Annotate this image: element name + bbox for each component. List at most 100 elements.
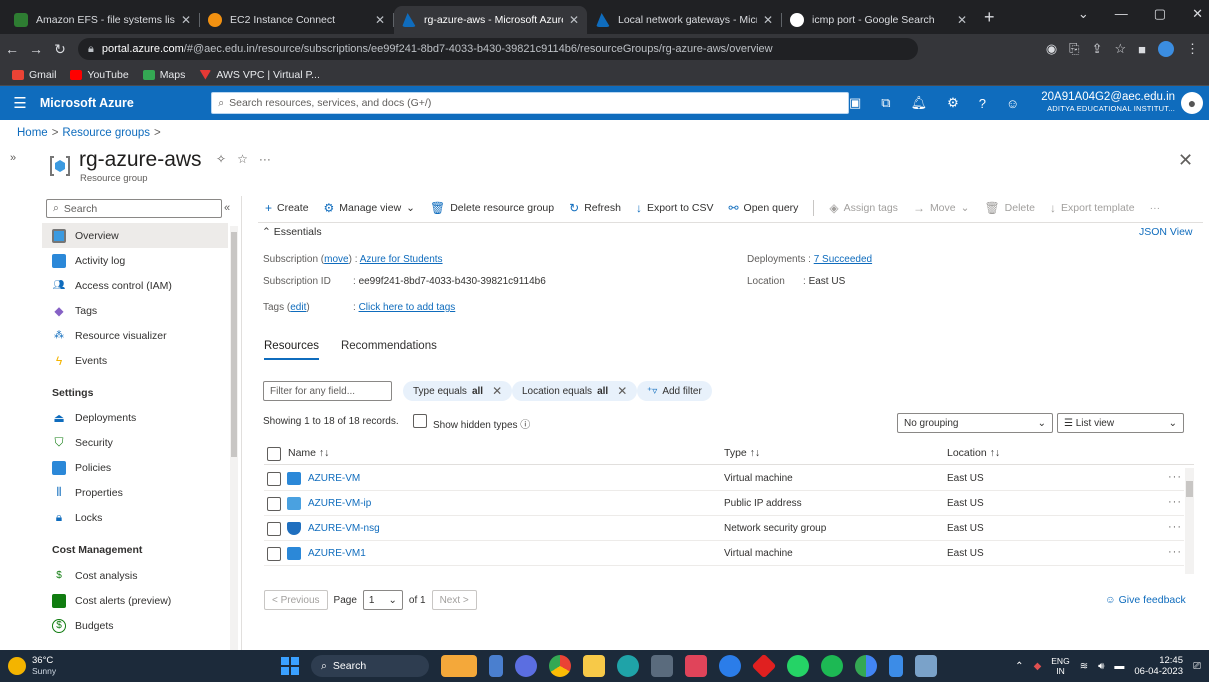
bookmark-gmail[interactable]: Gmail xyxy=(12,69,56,81)
remove-filter-icon[interactable]: ✕ xyxy=(492,384,502,398)
location-filter-pill[interactable]: Location equals all ✕ xyxy=(512,381,638,401)
settings-gear-icon[interactable]: ⚙ xyxy=(947,95,959,111)
resource-name-link[interactable]: AZURE-VM-nsg xyxy=(308,523,380,534)
row-checkbox[interactable] xyxy=(267,547,281,561)
previous-page-button[interactable]: < Previous xyxy=(264,590,328,610)
new-tab-button[interactable]: + xyxy=(984,7,995,28)
resource-name-link[interactable]: AZURE-VM xyxy=(308,473,360,484)
filter-input[interactable]: Filter for any field... xyxy=(263,381,392,401)
bookmark-maps[interactable]: Maps xyxy=(142,69,185,81)
nav-access-control[interactable]: 👥︎ Access control (IAM) xyxy=(42,273,228,298)
taskbar-search[interactable]: ⌕ Search xyxy=(311,655,429,677)
grouping-dropdown[interactable]: No grouping ⌄ xyxy=(897,413,1053,433)
address-bar[interactable]: 🔒︎ portal.azure.com/#@aec.edu.in/resourc… xyxy=(78,38,918,60)
whatsapp-icon[interactable] xyxy=(787,655,809,677)
directory-icon[interactable]: ⧉ xyxy=(881,95,890,111)
open-query-button[interactable]: ⚯ Open query xyxy=(728,201,798,215)
pocket-icon[interactable] xyxy=(685,655,707,677)
row-checkbox[interactable] xyxy=(267,497,281,511)
battery-icon[interactable]: ▬ xyxy=(1114,661,1124,672)
notepad-icon[interactable] xyxy=(889,655,903,677)
breadcrumb-resource-groups[interactable]: Resource groups xyxy=(62,127,150,139)
restore-button[interactable]: ▢ xyxy=(1154,6,1166,22)
store-icon[interactable] xyxy=(651,655,673,677)
row-more-icon[interactable]: ··· xyxy=(1168,471,1182,483)
tab-resources[interactable]: Resources xyxy=(264,340,319,360)
add-filter-button[interactable]: ⁺▿ Add filter xyxy=(637,381,712,401)
bookmark-star-icon[interactable]: ☆ xyxy=(1114,41,1126,57)
chat-app-icon[interactable] xyxy=(515,655,537,677)
breadcrumb-home[interactable]: Home xyxy=(17,127,48,139)
sidebar-icon[interactable]: ■ xyxy=(1138,42,1146,57)
json-view-link[interactable]: JSON View xyxy=(1139,226,1193,238)
essentials-toggle[interactable]: ⌃ Essentials xyxy=(262,226,322,238)
forward-button[interactable]: → xyxy=(24,41,48,57)
nav-policies[interactable]: Policies xyxy=(42,455,228,480)
edit-tags-link[interactable]: edit xyxy=(290,302,306,313)
nav-overview[interactable]: Overview xyxy=(42,223,228,248)
table-row[interactable]: AZURE-VM Virtual machine East US ··· xyxy=(264,467,1184,491)
back-button[interactable]: ← xyxy=(0,41,24,57)
row-checkbox[interactable] xyxy=(267,472,281,486)
table-row[interactable]: AZURE-VM1 Virtual machine East US ··· xyxy=(264,542,1184,566)
row-checkbox[interactable] xyxy=(267,522,281,536)
menu-icon[interactable]: ⋮ xyxy=(1186,41,1199,57)
resource-name-link[interactable]: AZURE-VM1 xyxy=(308,548,366,559)
feedback-icon[interactable]: ☺ xyxy=(1006,96,1019,111)
favorite-star-icon[interactable]: ☆ xyxy=(237,152,248,166)
row-more-icon[interactable]: ··· xyxy=(1168,496,1182,508)
volume-icon[interactable]: 🔊︎ xyxy=(1098,661,1104,672)
nav-tags[interactable]: ◆ Tags xyxy=(42,298,228,323)
deployments-link[interactable]: 7 Succeeded xyxy=(814,254,872,265)
remove-filter-icon[interactable]: ✕ xyxy=(617,384,627,398)
tab-search-icon[interactable]: ⌄ xyxy=(1078,6,1089,22)
nav-cost-alerts[interactable]: Cost alerts (preview) xyxy=(42,588,228,613)
browser-tab-lng[interactable]: Local network gateways - Micros ✕ xyxy=(588,6,782,34)
bookmark-youtube[interactable]: YouTube xyxy=(70,69,129,81)
close-tab-icon[interactable]: ✕ xyxy=(569,13,579,27)
menu-scrollbar-thumb[interactable] xyxy=(231,232,237,457)
expand-menu-icon[interactable]: » xyxy=(10,152,16,164)
manage-view-button[interactable]: ⚙ Manage view ⌄ xyxy=(324,201,415,215)
reload-button[interactable]: ↻ xyxy=(48,41,72,58)
delete-button[interactable]: 🗑︎ Delete xyxy=(984,201,1035,215)
create-button[interactable]: + Create xyxy=(265,201,309,215)
folder-icon[interactable] xyxy=(583,655,605,677)
nav-properties[interactable]: ⦀ Properties xyxy=(42,480,228,505)
tab-recommendations[interactable]: Recommendations xyxy=(341,340,437,360)
table-row[interactable]: AZURE-VM-nsg Network security group East… xyxy=(264,517,1184,541)
collapse-menu-icon[interactable]: « xyxy=(224,202,230,214)
column-location-header[interactable]: Location ↑↓ xyxy=(947,447,1000,459)
nav-cost-analysis[interactable]: $ Cost analysis xyxy=(42,563,228,588)
red-app-icon[interactable] xyxy=(751,653,777,679)
portal-menu-icon[interactable]: ☰ xyxy=(0,94,40,112)
view-dropdown[interactable]: ☰ List view ⌄ xyxy=(1057,413,1184,433)
weather-widget[interactable]: 36°C Sunny xyxy=(8,655,56,677)
azure-brand[interactable]: Microsoft Azure xyxy=(40,96,211,110)
nav-budgets[interactable]: $ Budgets xyxy=(42,613,228,638)
row-more-icon[interactable]: ··· xyxy=(1168,546,1182,558)
column-name-header[interactable]: Name ↑↓ xyxy=(288,447,329,459)
menu-search-input[interactable]: ⌕ Search xyxy=(46,199,222,218)
wifi-icon[interactable]: ≋ xyxy=(1080,661,1088,672)
refresh-button[interactable]: ↻ Refresh xyxy=(569,201,621,215)
minimize-button[interactable]: — xyxy=(1115,6,1128,22)
google-lens-icon[interactable]: ◉ xyxy=(1046,41,1057,57)
browser-tab-google[interactable]: icmp port - Google Search ✕ xyxy=(782,6,975,34)
show-hidden-checkbox[interactable] xyxy=(413,414,427,428)
row-more-icon[interactable]: ··· xyxy=(1168,521,1182,533)
edge-icon[interactable] xyxy=(617,655,639,677)
nav-locks[interactable]: 🔒︎ Locks xyxy=(42,505,228,530)
export-template-button[interactable]: ↓ Export template xyxy=(1050,201,1135,215)
info-icon[interactable]: ⓘ xyxy=(520,420,530,431)
column-type-header[interactable]: Type ↑↓ xyxy=(724,447,760,459)
browser-tab-efs[interactable]: Amazon EFS - file systems list ✕ xyxy=(6,6,200,34)
notification-center-icon[interactable]: ⎚ xyxy=(1193,661,1201,672)
widgets-app-icon[interactable] xyxy=(441,655,477,677)
language-indicator[interactable]: ENG IN xyxy=(1051,656,1069,676)
global-search-input[interactable]: ⌕ Search resources, services, and docs (… xyxy=(211,92,849,114)
close-tab-icon[interactable]: ✕ xyxy=(957,13,967,27)
export-csv-button[interactable]: ↓ Export to CSV xyxy=(636,201,714,215)
close-tab-icon[interactable]: ✕ xyxy=(375,13,385,27)
nav-deployments[interactable]: ⏏ Deployments xyxy=(42,405,228,430)
